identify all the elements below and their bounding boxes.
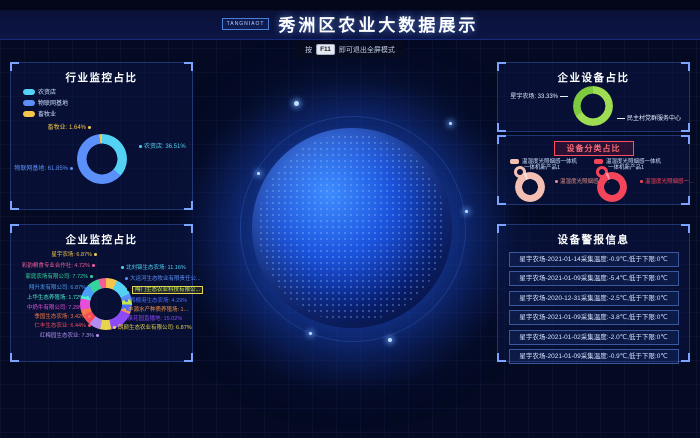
hint-prefix: 按 xyxy=(305,45,312,55)
legend-swatch xyxy=(594,159,603,164)
chart-label: 仁丰生态农业: 6.44% xyxy=(25,323,93,330)
glow-dot xyxy=(465,210,468,213)
category-donut-chart-1[interactable] xyxy=(515,172,545,202)
corner-accent xyxy=(184,353,193,362)
logo-badge: TANGNIAOT xyxy=(222,18,270,30)
panel-enterprise-monitor: 企业监控占比 星宇农场: 6.87% 彩韵粮食专业合作社: 4.72% 家庭农场… xyxy=(10,224,193,362)
legend-label: 温湿度光照烟感一体机 xyxy=(522,157,577,165)
panel-device-alarms: 设备警报信息 星宇农场-2021-01-14采集温度:-0.9℃,低于下限:0℃… xyxy=(497,224,690,362)
corner-accent xyxy=(497,62,506,71)
hint-suffix: 即可退出全屏模式 xyxy=(339,45,395,55)
glow-dot xyxy=(309,332,312,335)
alarm-row: 星宇农场-2021-01-09采集温度:-0.9℃,低于下限:0℃ xyxy=(509,349,679,364)
corner-accent xyxy=(497,196,506,205)
corner-accent xyxy=(10,62,19,71)
industry-donut-chart[interactable] xyxy=(77,134,127,184)
panel-title: 设备警报信息 xyxy=(498,225,689,247)
legend-label: 一体机新产品1 xyxy=(608,165,644,172)
chart-label: 星宇农场: 33.33% xyxy=(506,94,568,102)
chart-label: 物联网基地: 61.85% xyxy=(13,166,75,174)
chart-label: 家庭农场有限公司: 7.72% xyxy=(15,274,95,281)
device-donut-chart[interactable] xyxy=(573,86,613,126)
f11-key-badge: F11 xyxy=(316,44,335,55)
chart-label: 畜牧业: 1.64% xyxy=(31,125,93,133)
alarm-row: 星宇农场-2021-01-14采集温度:-0.9℃,低于下限:0℃ xyxy=(509,252,679,267)
corner-accent xyxy=(497,123,506,132)
chart-label: 上华生态养殖场: 1.72% xyxy=(19,295,91,302)
corner-accent xyxy=(184,62,193,71)
corner-accent xyxy=(184,201,193,210)
corner-accent xyxy=(497,353,506,362)
panel-enterprise-device: 企业设备占比 星宇农场: 33.33% 民主村党群服务中心 xyxy=(497,62,690,132)
chart-label: 季国生态农场: 3.42% xyxy=(23,314,93,321)
panel-title: 企业监控占比 xyxy=(11,225,192,247)
glow-dot xyxy=(294,101,299,106)
corner-accent xyxy=(681,196,690,205)
chart-label: 农资店: 36.51% xyxy=(137,144,186,152)
fullscreen-hint: 按 F11 即可退出全屏模式 xyxy=(296,41,404,58)
chart-label: 民主村党群服务中心 xyxy=(617,116,681,124)
legend-label: 物联网基地 xyxy=(38,98,68,107)
panel-title: 设备分类占比 xyxy=(554,141,634,156)
panel-device-category: 设备分类占比 温湿度光照烟感一体机 一体机新产品1 温湿度光照烟感一… 温湿度光… xyxy=(497,135,690,205)
corner-accent xyxy=(681,123,690,132)
chart-label: 北刘锦生态农场: 11.16% xyxy=(119,265,186,272)
globe-visualization[interactable] xyxy=(252,128,452,328)
legend-item-device-1[interactable]: 温湿度光照烟感一体机 xyxy=(510,157,577,165)
legend-item-xumuye[interactable]: 畜牧业 xyxy=(23,109,56,118)
legend-label: 一体机新产品1 xyxy=(524,165,560,172)
brand: TANGNIAOT 秀洲区农业大数据展示 xyxy=(222,11,479,36)
corner-accent xyxy=(681,62,690,71)
chart-label: 红梅园生态农业: 7.3% xyxy=(33,333,101,340)
glow-dot xyxy=(257,172,260,175)
alarm-row: 星宇农场-2021-01-09采集温度:-3.8℃,低于下限:0℃ xyxy=(509,310,679,325)
panel-industry-monitor: 行业监控占比 农资店 物联网基地 畜牧业 畜牧业: 1.64% 农资店: 36.… xyxy=(10,62,193,210)
corner-accent xyxy=(10,201,19,210)
corner-accent xyxy=(497,224,506,233)
chart-label: 大运河生态牧业有限责任公... xyxy=(123,276,201,283)
chart-label: 朗颜生态农业有限公司: 6.87% xyxy=(111,325,192,332)
panel-title: 行业监控占比 xyxy=(11,63,192,85)
chart-label: 陶门生态农业科技有限公... xyxy=(125,287,203,294)
highlighted-label: 陶门生态农业科技有限公... xyxy=(132,286,203,294)
legend-swatch xyxy=(23,89,35,95)
chart-label: 鸭棚港生态农场: 4.29% xyxy=(123,298,187,305)
dashboard-stage: TANGNIAOT 秀洲区农业大数据展示 按 F11 即可退出全屏模式 行业监控… xyxy=(0,0,700,438)
chart-label: 中奶牛有限公司: 7.29% xyxy=(17,305,91,312)
glow-dot xyxy=(449,122,452,125)
legend-label: 温湿度光照烟感一体机 xyxy=(606,157,661,165)
legend-label: 农资店 xyxy=(38,87,56,96)
alarm-row: 星宇农场-2020-12-31采集温度:-2.5℃,低于下限:0℃ xyxy=(509,291,679,306)
legend-label: 畜牧业 xyxy=(38,109,56,118)
corner-accent xyxy=(10,353,19,362)
alarm-row: 星宇农场-2021-01-02采集温度:-2.0℃,低于下限:0℃ xyxy=(509,330,679,345)
chart-label: 丰源水产种质养殖场: 1... xyxy=(121,307,188,314)
chart-label: 星宇农场: 6.87% xyxy=(27,252,99,259)
page-title: 秀洲区农业大数据展示 xyxy=(278,11,478,36)
chart-label: 翔升发有限公司: 6.87% xyxy=(19,285,93,292)
corner-accent xyxy=(497,135,506,144)
chart-label: 彩韵粮食专业合作社: 4.72% xyxy=(13,263,97,270)
legend-swatch xyxy=(23,100,35,106)
panel-title: 企业设备占比 xyxy=(498,63,689,85)
alarm-row: 星宇农场-2021-01-09采集温度:-5.4℃,低于下限:0℃ xyxy=(509,271,679,286)
chart-label: 温湿度光照烟感一… xyxy=(638,179,695,186)
legend-item-nongzidian[interactable]: 农资店 xyxy=(23,87,56,96)
header-bar: TANGNIAOT 秀洲区农业大数据展示 xyxy=(0,0,700,40)
alarm-list: 星宇农场-2021-01-14采集温度:-0.9℃,低于下限:0℃ 星宇农场-2… xyxy=(498,252,689,365)
corner-accent xyxy=(10,224,19,233)
legend-item-wulianwang[interactable]: 物联网基地 xyxy=(23,98,68,107)
legend-swatch xyxy=(23,111,35,117)
legend-item-device-2[interactable]: 温湿度光照烟感一体机 xyxy=(594,157,661,165)
glow-dot xyxy=(388,338,392,342)
category-donut-chart-2[interactable] xyxy=(597,172,627,202)
legend-swatch xyxy=(510,159,519,164)
corner-accent xyxy=(681,224,690,233)
corner-accent xyxy=(681,353,690,362)
corner-accent xyxy=(184,224,193,233)
chart-label: 瓜泉花园直播地: 15.02% xyxy=(115,316,182,323)
corner-accent xyxy=(681,135,690,144)
